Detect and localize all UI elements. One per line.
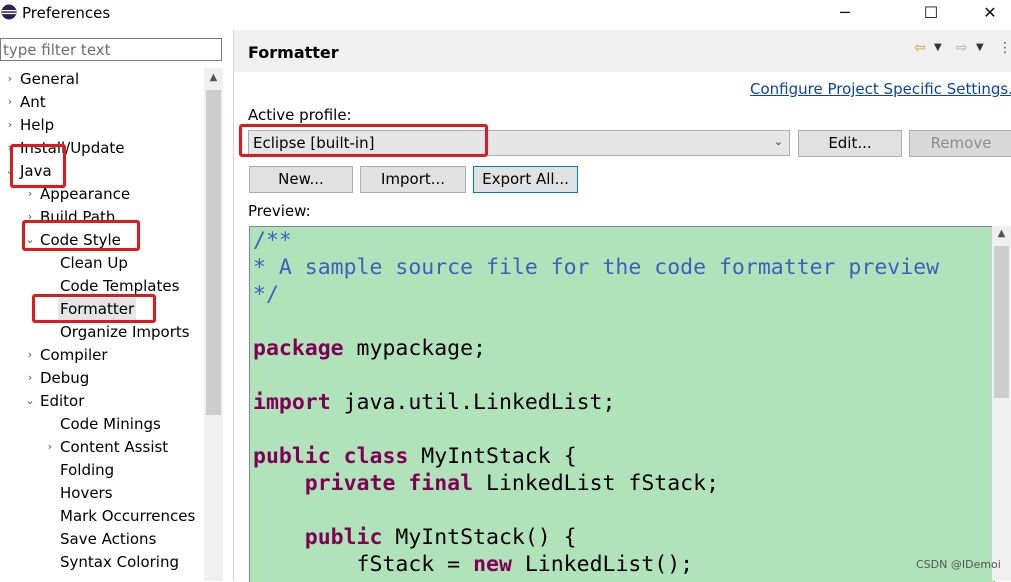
forward-dropdown-icon[interactable]: ▼ — [976, 42, 984, 53]
annotation-box-java — [10, 144, 66, 188]
tree-item-label: Organize Imports — [60, 323, 190, 341]
title-bar: Preferences ─ ☐ ✕ — [0, 0, 1011, 26]
tree-item-label: Compiler — [40, 346, 108, 364]
code-line: */ — [253, 281, 939, 308]
chevron-right-icon[interactable]: › — [24, 344, 36, 366]
code-line: /** — [253, 227, 939, 254]
code-text: MyIntStack() { — [382, 525, 577, 550]
code-comment: /** — [253, 228, 292, 253]
annotation-box-formatter — [32, 294, 156, 323]
tree-item-label: Hovers — [60, 484, 113, 502]
code-keyword: final — [408, 471, 474, 496]
page-title: Formatter — [248, 43, 339, 62]
chevron-right-icon[interactable]: › — [24, 367, 36, 389]
minimize-button[interactable]: ─ — [822, 0, 868, 26]
tree-scrollbar[interactable]: ▲ — [204, 68, 223, 581]
code-comment: * A sample source file for the code form… — [253, 255, 940, 280]
tree-item-label: Ant — [20, 93, 46, 111]
tree-item-label: Save Actions — [60, 530, 157, 548]
watermark: CSDN @IDemoi — [916, 558, 1001, 571]
code-preview-text: /** * A sample source file for the code f… — [253, 227, 939, 578]
preview-label: Preview: — [248, 202, 311, 220]
tree-item-label: Help — [20, 116, 55, 134]
import-button[interactable]: Import... — [360, 166, 466, 193]
chevron-right-icon[interactable]: › — [4, 91, 16, 113]
window-title: Preferences — [22, 4, 111, 22]
configure-project-settings-link[interactable]: Configure Project Specific Settings... — [750, 80, 1011, 98]
code-keyword: private — [304, 471, 396, 496]
tree-item-label: Clean Up — [60, 254, 128, 272]
view-menu-icon[interactable]: ⋮ — [998, 40, 1011, 56]
tree-item-label: Folding — [60, 461, 115, 479]
code-line: import java.util.LinkedList; — [253, 389, 939, 416]
tree-item-label: Mark Occurrences — [60, 507, 196, 525]
code-text: mypackage; — [343, 336, 486, 361]
preview-scroll-thumb[interactable] — [994, 246, 1009, 398]
maximize-button[interactable]: ☐ — [908, 0, 954, 26]
code-keyword: public — [253, 444, 331, 469]
code-text: fStack = — [253, 552, 474, 577]
code-text: LinkedList(); — [511, 552, 694, 577]
remove-button[interactable]: Remove — [909, 130, 1011, 157]
code-keyword: package — [253, 336, 344, 361]
code-text: MyIntStack { — [408, 444, 577, 469]
export-all-button[interactable]: Export All... — [473, 166, 578, 193]
code-line: * A sample source file for the code form… — [253, 254, 939, 281]
scroll-up-arrow-icon[interactable]: ▲ — [992, 228, 1011, 246]
code-preview: /** * A sample source file for the code f… — [249, 226, 995, 582]
edit-button[interactable]: Edit... — [798, 130, 902, 157]
active-profile-label: Active profile: — [248, 106, 352, 124]
tree-scroll-thumb[interactable] — [206, 90, 221, 415]
tree-item-label: Code Minings — [60, 415, 161, 433]
code-comment: */ — [253, 282, 279, 307]
preview-scrollbar[interactable]: ▲ — [992, 226, 1011, 581]
page-header: Formatter ⇦ ▼ ⇨ ▼ ⋮ — [234, 30, 1011, 72]
chevron-right-icon[interactable]: › — [4, 68, 16, 90]
code-line: public MyIntStack() { — [253, 524, 939, 551]
tree-item-label: General — [20, 70, 80, 88]
code-keyword: import — [253, 390, 331, 415]
eclipse-app-icon — [1, 4, 17, 20]
chevron-right-icon[interactable]: › — [44, 436, 56, 458]
back-arrow-icon[interactable]: ⇦ — [914, 40, 926, 56]
filter-input[interactable] — [0, 38, 222, 61]
annotation-box-active-profile — [239, 124, 488, 157]
new-button[interactable]: New... — [249, 166, 353, 193]
chevron-down-icon: ⌄ — [773, 135, 783, 148]
tree-item-label: Debug — [40, 369, 90, 387]
code-text: LinkedList fStack; — [473, 471, 720, 496]
annotation-box-code-style — [22, 220, 140, 251]
tree-item-label: Editor — [40, 392, 85, 410]
code-keyword: class — [343, 444, 409, 469]
chevron-right-icon[interactable]: › — [4, 114, 16, 136]
formatter-page: Formatter ⇦ ▼ ⇨ ▼ ⋮ Configure Project Sp… — [234, 30, 1011, 582]
back-dropdown-icon[interactable]: ▼ — [934, 42, 942, 53]
code-line: private final LinkedList fStack; — [253, 470, 939, 497]
code-keyword: new — [473, 552, 512, 577]
code-line: public class MyIntStack { — [253, 443, 939, 470]
tree-item-label: Syntax Coloring — [60, 553, 179, 571]
tree-item-label: Content Assist — [60, 438, 169, 456]
close-button[interactable]: ✕ — [967, 0, 1011, 26]
code-line: fStack = new LinkedList(); — [253, 551, 939, 578]
code-keyword: public — [304, 525, 383, 550]
chevron-down-icon[interactable]: ⌄ — [24, 390, 36, 412]
scroll-up-arrow-icon[interactable]: ▲ — [204, 68, 223, 88]
code-text: java.util.LinkedList; — [330, 390, 616, 415]
forward-arrow-icon[interactable]: ⇨ — [956, 40, 968, 56]
code-line: package mypackage; — [253, 335, 939, 362]
